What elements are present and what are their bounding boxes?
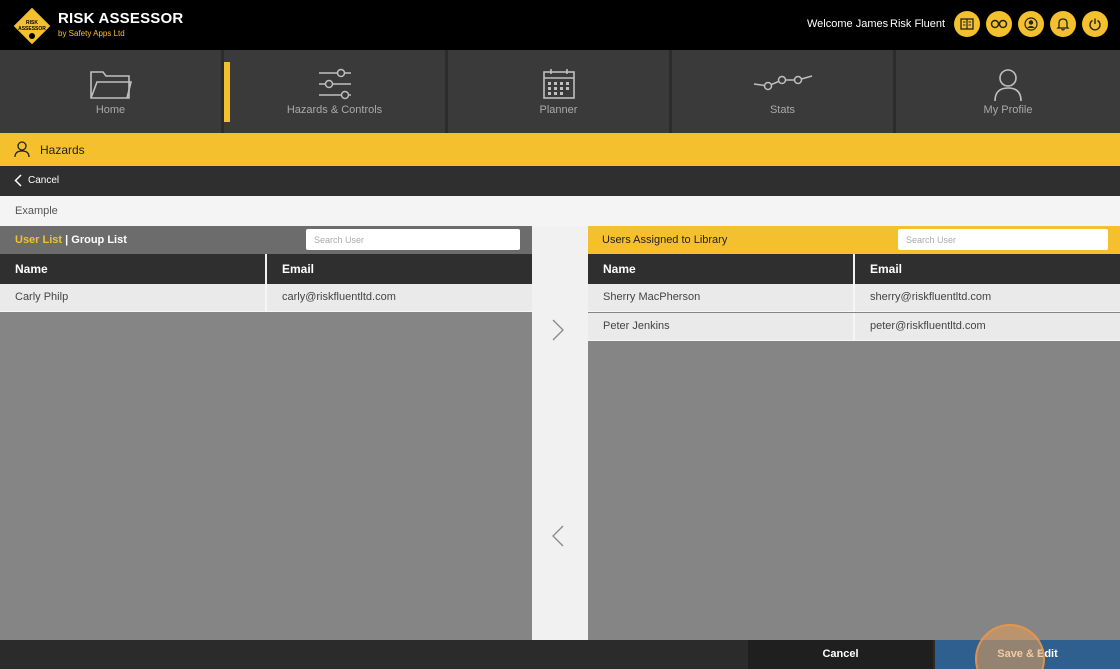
section-title-bar: Hazards	[0, 133, 1120, 166]
user-list-header: User List | Group List	[0, 226, 532, 254]
cell-email: sherry@riskfluentltd.com	[853, 284, 1120, 312]
chart-line-icon	[753, 75, 812, 91]
power-icon[interactable]	[1082, 11, 1108, 37]
welcome-text: Welcome James	[807, 18, 889, 30]
app-root: RISK ASSESSOR RISK ASSESSOR by Safety Ap…	[0, 0, 1120, 669]
folder-icon	[89, 71, 132, 99]
brand-subtitle: by Safety Apps Ltd	[58, 29, 125, 38]
tab-user-list[interactable]: User List	[15, 234, 62, 246]
company-name: Risk Fluent	[890, 18, 946, 30]
logo-text-assessor: ASSESSOR	[18, 26, 46, 32]
user-list-panel: User List | Group List Name Email Carly …	[0, 226, 532, 640]
tab-stats[interactable]: Stats	[672, 50, 893, 133]
cell-name: Peter Jenkins	[603, 320, 670, 332]
action-bar: Cancel	[0, 166, 1120, 196]
transfer-controls	[532, 226, 588, 640]
tab-label-home: Home	[95, 104, 126, 116]
tab-home[interactable]: Home	[0, 50, 221, 133]
glasses-icon[interactable]	[986, 11, 1012, 37]
cell-email: peter@riskfluentltd.com	[853, 313, 1120, 341]
tab-label-planner: Planner	[539, 104, 578, 116]
bell-icon[interactable]	[1050, 11, 1076, 37]
tab-planner[interactable]: Planner	[448, 50, 669, 133]
library-name-bar: Example	[0, 196, 1120, 226]
user-list-table-header: Name Email	[0, 254, 532, 284]
user-icon	[14, 141, 30, 158]
cell-name: Sherry MacPherson	[603, 291, 701, 303]
user-list-search-input[interactable]	[306, 229, 520, 250]
tab-label-hazards: Hazards & Controls	[286, 104, 383, 116]
column-header-name[interactable]: Name	[588, 254, 853, 284]
footer-bar: Cancel Save & Edit	[0, 640, 1120, 669]
risk-assessor-logo: RISK ASSESSOR	[12, 6, 52, 46]
tab-hazards-controls[interactable]: Hazards & Controls	[224, 50, 445, 133]
tab-label-stats: Stats	[769, 104, 796, 116]
assigned-users-panel: Users Assigned to Library Name Email She…	[588, 226, 1120, 640]
list-tabs: User List | Group List	[15, 234, 127, 246]
user-icon	[994, 69, 1022, 102]
section-title: Hazards	[40, 143, 85, 157]
top-header: RISK ASSESSOR RISK ASSESSOR by Safety Ap…	[0, 0, 1120, 50]
calendar-icon	[542, 69, 575, 99]
tab-separator: |	[65, 234, 69, 246]
column-header-email[interactable]: Email	[853, 254, 1120, 284]
assigned-users-header: Users Assigned to Library	[588, 226, 1120, 254]
move-right-arrow-icon[interactable]	[551, 318, 565, 342]
cancel-back-button[interactable]: Cancel	[14, 174, 59, 187]
table-row[interactable]: Carly Philp carly@riskfluentltd.com	[0, 284, 532, 312]
tab-my-profile[interactable]: My Profile	[896, 50, 1120, 133]
save-edit-button[interactable]: Save & Edit	[935, 640, 1120, 669]
tab-group-list[interactable]: Group List	[71, 234, 127, 246]
table-row[interactable]: Sherry MacPherson sherry@riskfluentltd.c…	[588, 284, 1120, 312]
brand-title: RISK ASSESSOR	[58, 10, 184, 27]
cancel-button[interactable]: Cancel	[748, 640, 933, 669]
move-left-arrow-icon[interactable]	[551, 524, 565, 548]
user-icon[interactable]	[1018, 11, 1044, 37]
main-nav: Home Hazards & Controls Planner Stats My…	[0, 50, 1120, 133]
book-icon[interactable]	[954, 11, 980, 37]
chevron-left-icon	[14, 174, 22, 187]
library-name: Example	[15, 205, 58, 217]
assigned-users-table-header: Name Email	[588, 254, 1120, 284]
cell-name: Carly Philp	[15, 291, 69, 303]
assigned-users-title: Users Assigned to Library	[602, 234, 728, 246]
column-header-email[interactable]: Email	[265, 254, 532, 284]
column-header-name[interactable]: Name	[0, 254, 265, 284]
cancel-label: Cancel	[28, 175, 60, 186]
assigned-users-search-input[interactable]	[898, 229, 1108, 250]
table-row[interactable]: Peter Jenkins peter@riskfluentltd.com	[588, 313, 1120, 341]
sliders-icon	[318, 68, 351, 100]
tab-label-profile: My Profile	[983, 104, 1033, 116]
cell-email: carly@riskfluentltd.com	[265, 284, 532, 312]
